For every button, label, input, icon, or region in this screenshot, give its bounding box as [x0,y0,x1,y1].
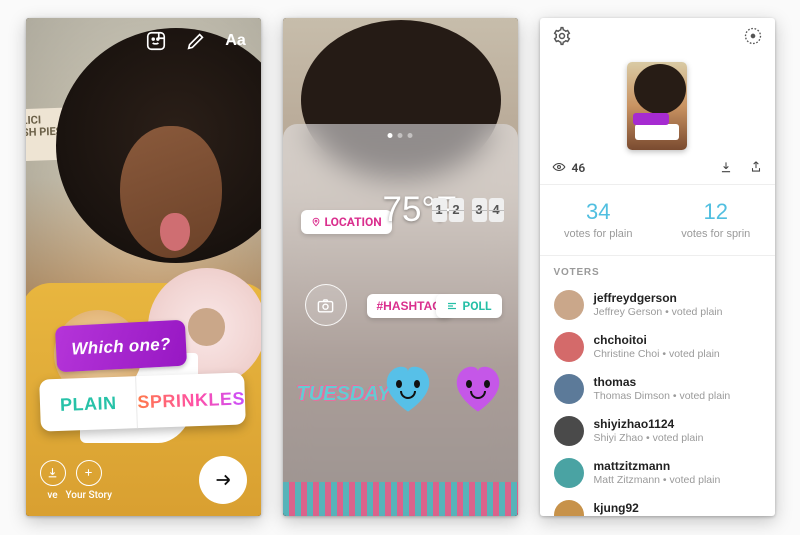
view-count: 46 [572,162,586,174]
votes-sprinkles: 12 votes for sprin [657,201,775,241]
selfie-sticker-button[interactable] [305,284,347,326]
insights-icon[interactable] [743,26,763,50]
votes-plain: 34 votes for plain [540,201,658,241]
story-thumbnail[interactable] [627,62,687,150]
eye-icon [552,160,566,176]
voter-username: mattzitzmann [594,459,721,474]
location-sticker[interactable]: LOCATION [301,210,392,234]
sticker-icon[interactable] [145,30,167,52]
plus-icon [76,460,102,486]
sticker-tray-screen: LOCATION 75°F 1234 #HASHTAG POLL TUESDAY [283,18,518,516]
voter-username: chchoitoi [594,333,720,348]
save-icon [40,460,66,486]
settings-icon[interactable] [552,26,572,50]
weekday-sticker[interactable]: TUESDAY [297,384,391,404]
draw-icon[interactable] [185,30,207,52]
avatar [554,290,584,320]
share-icon[interactable] [749,160,763,176]
heart-sticker-blue[interactable] [379,362,437,414]
vote-counts: 34 votes for plain 12 votes for sprin [540,185,775,256]
avatar [554,332,584,362]
avatar [554,416,584,446]
voter-row[interactable]: jeffreydgersonJeffrey Gerson • voted pla… [540,284,775,326]
voter-username: jeffreydgerson [594,291,723,306]
voter-detail: Shiyi Zhao • voted plain [594,432,704,446]
views-row: 46 [540,150,775,185]
voters-list: jeffreydgersonJeffrey Gerson • voted pla… [540,284,775,516]
tray-page-dots [388,133,413,138]
voter-username: kjung92 [594,501,706,516]
compose-toolbar: Aa [145,30,247,52]
sticker-tray[interactable]: LOCATION 75°F 1234 #HASHTAG POLL TUESDAY [283,124,518,516]
pattern-sticker-row[interactable] [283,482,518,516]
poll-options-sticker[interactable]: PLAIN SPRINKLES [39,372,246,431]
voter-row[interactable]: shiyizhao1124Shiyi Zhao • voted plain [540,410,775,452]
voter-username: shiyizhao1124 [594,417,704,432]
subject-tongue [160,213,190,251]
voter-username: thomas [594,375,731,390]
poll-results-screen: 46 34 votes for plain 12 votes for sprin… [540,18,775,516]
avatar [554,374,584,404]
avatar [554,458,584,488]
download-icon[interactable] [719,160,733,176]
heart-sticker-purple[interactable] [449,362,507,414]
voter-detail: Jeffrey Gerson • voted plain [594,306,723,320]
voter-detail: Christine Choi • voted plain [594,348,720,362]
results-topbar [540,18,775,58]
poll-option-b[interactable]: SPRINKLES [136,372,245,428]
voter-detail: Thomas Dimson • voted plain [594,390,731,404]
voter-row[interactable]: mattzitzmannMatt Zitzmann • voted plain [540,452,775,494]
send-to-button[interactable] [199,456,247,504]
text-tool-button[interactable]: Aa [225,30,247,52]
save-button[interactable]: ve [40,460,66,501]
your-story-button[interactable]: Your Story [66,460,113,501]
voter-row[interactable]: thomasThomas Dimson • voted plain [540,368,775,410]
voter-row[interactable]: kjung92Kevin Jung • voted plain [540,494,775,516]
clock-sticker[interactable]: 1234 [432,198,504,222]
compose-bottom-bar: ve Your Story [26,456,261,504]
voter-detail: Matt Zitzmann • voted plain [594,474,721,488]
poll-question-text: Which one? [54,320,186,373]
poll-option-a[interactable]: PLAIN [39,376,138,431]
avatar [554,500,584,516]
poll-question-sticker[interactable]: Which one? [54,320,186,373]
voters-heading: VOTERS [540,256,775,284]
voter-row[interactable]: chchoitoiChristine Choi • voted plain [540,326,775,368]
poll-sticker[interactable]: POLL [436,294,502,318]
story-compose-screen: LICISH PIES Aa Which one? PLAIN SPRINKLE… [26,18,261,516]
